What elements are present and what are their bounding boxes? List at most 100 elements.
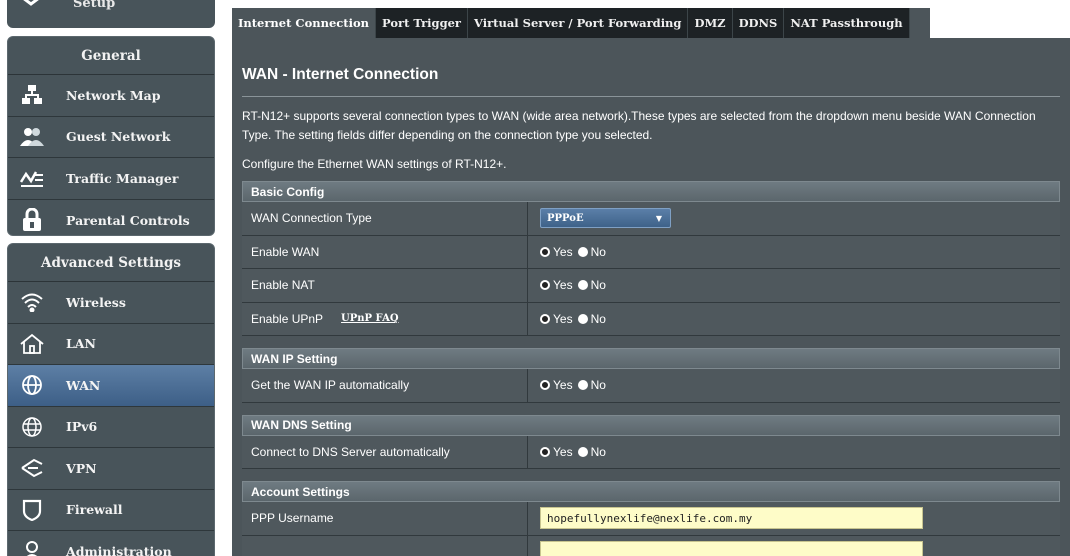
auto-ip-yes-radio[interactable]: [540, 380, 550, 391]
enable-wan-yes-radio[interactable]: [540, 246, 550, 257]
auto-ip-label: Get the WAN IP automatically: [242, 369, 528, 402]
sidebar-item-wan[interactable]: WAN: [8, 365, 214, 407]
radio-yes-label: Yes: [553, 444, 573, 459]
section-header-wan-ip: WAN IP Setting: [242, 348, 1060, 369]
tab-dmz[interactable]: DMZ: [688, 8, 733, 38]
lan-icon: [20, 332, 44, 356]
tab-port-trigger[interactable]: Port Trigger: [376, 8, 468, 38]
radio-yes-label: Yes: [553, 311, 573, 326]
sidebar-item-label: Administration: [66, 543, 172, 556]
sidebar-item-label: LAN: [66, 336, 96, 352]
tab-ddns[interactable]: DDNS: [732, 8, 785, 38]
sidebar-item-label: Guest Network: [66, 129, 171, 145]
table-row: Enable NAT Yes No: [242, 269, 1060, 303]
sidebar-item-network-map[interactable]: Network Map: [8, 75, 214, 117]
tab-virtual-server[interactable]: Virtual Server / Port Forwarding: [468, 8, 689, 38]
sidebar-item-wireless[interactable]: Wireless: [8, 282, 214, 324]
tab-nat-passthrough[interactable]: NAT Passthrough: [784, 8, 910, 38]
sidebar-item-traffic-manager[interactable]: Traffic Manager: [8, 158, 214, 200]
enable-upnp-yes-radio[interactable]: [540, 313, 550, 324]
ppp-password-cell: [242, 535, 528, 556]
settings-table: Basic Config WAN Connection Type PPPoE ▼…: [242, 181, 1060, 556]
sidebar-item-label: WAN: [66, 377, 101, 393]
radio-yes-label: Yes: [553, 378, 573, 393]
section-header-account: Account Settings: [242, 481, 1060, 502]
sidebar-item-lan[interactable]: LAN: [8, 324, 214, 365]
sidebar-item-label: IPv6: [66, 419, 98, 435]
enable-upnp-no-radio[interactable]: [577, 313, 588, 324]
sidebar-item-setup[interactable]: Setup: [7, 0, 215, 28]
administration-icon: [20, 539, 44, 556]
auto-dns-label: Connect to DNS Server automatically: [242, 435, 528, 468]
enable-nat-label: Enable NAT: [242, 269, 528, 302]
table-row: Connect to DNS Server automatically Yes …: [242, 435, 1060, 469]
general-menu: General Network Map Guest Network Traffi…: [7, 36, 215, 236]
table-row: WAN Connection Type PPPoE ▼: [242, 202, 1060, 236]
auto-dns-no-radio[interactable]: [577, 446, 588, 457]
traffic-manager-icon: [20, 166, 44, 190]
sidebar-item-firewall[interactable]: Firewall: [8, 490, 214, 531]
tab-internet-connection[interactable]: Internet Connection: [232, 8, 376, 38]
sidebar: Setup General Network Map Guest Network …: [0, 0, 222, 556]
section-header-wan-dns: WAN DNS Setting: [242, 414, 1060, 436]
page-title: WAN - Internet Connection: [242, 66, 439, 83]
radio-no-label: No: [590, 278, 606, 293]
radio-no-label: No: [590, 311, 606, 326]
sidebar-item-vpn[interactable]: VPN: [8, 448, 214, 490]
sidebar-item-label: Firewall: [66, 502, 123, 518]
table-row: PPP Username hopefullynexlife@nexlife.co…: [242, 502, 1060, 536]
enable-upnp-label: Enable UPnP: [251, 311, 324, 326]
general-header: General: [8, 37, 214, 75]
table-row: Get the WAN IP automatically Yes No: [242, 369, 1060, 403]
table-row: [242, 535, 1060, 556]
dropdown-arrow-icon: ▼: [655, 213, 662, 224]
advanced-menu: Advanced Settings Wireless LAN WAN IPv6: [7, 243, 215, 556]
tab-bar-filler: [930, 8, 1070, 38]
radio-no-label: No: [590, 444, 606, 459]
radio-no-label: No: [590, 378, 606, 393]
guest-network-icon: [20, 125, 44, 149]
enable-wan-label: Enable WAN: [242, 235, 528, 268]
table-row: Enable UPnP UPnP FAQ Yes No: [242, 302, 1060, 336]
ipv6-icon: [20, 415, 44, 439]
table-row: Enable WAN Yes No: [242, 235, 1060, 269]
sidebar-item-guest-network[interactable]: Guest Network: [8, 117, 214, 158]
parental-controls-icon: [20, 208, 44, 232]
network-map-icon: [20, 83, 44, 107]
auto-dns-yes-radio[interactable]: [540, 446, 550, 457]
select-value: PPPoE: [547, 212, 584, 224]
radio-yes-label: Yes: [553, 244, 573, 259]
vpn-icon: [20, 456, 44, 480]
upnp-faq-link[interactable]: UPnP FAQ: [341, 313, 399, 324]
ppp-username-input[interactable]: hopefullynexlife@nexlife.com.my: [540, 507, 923, 530]
enable-upnp-cell: Enable UPnP UPnP FAQ: [242, 302, 528, 335]
setup-icon: [21, 0, 41, 8]
tab-bar: Internet Connection Port Trigger Virtual…: [232, 8, 910, 38]
wan-globe-icon: [20, 373, 44, 397]
auto-ip-no-radio[interactable]: [577, 380, 588, 391]
sidebar-item-parental-controls[interactable]: Parental Controls: [8, 200, 214, 236]
main-panel: Internet Connection Port Trigger Virtual…: [232, 8, 1070, 556]
wan-connection-type-label: WAN Connection Type: [242, 202, 528, 235]
section-header-basic-config: Basic Config: [242, 181, 1060, 202]
ppp-username-label: PPP Username: [242, 502, 528, 535]
firewall-icon: [20, 498, 44, 522]
title-divider: [242, 96, 1060, 97]
radio-yes-label: Yes: [553, 278, 573, 293]
sidebar-item-label: Parental Controls: [66, 212, 190, 228]
wan-connection-type-select[interactable]: PPPoE ▼: [540, 208, 671, 229]
wireless-icon: [20, 290, 44, 314]
enable-nat-yes-radio[interactable]: [540, 280, 550, 291]
sidebar-item-ipv6[interactable]: IPv6: [8, 407, 214, 448]
sidebar-item-label: Network Map: [66, 87, 161, 103]
enable-wan-no-radio[interactable]: [577, 246, 588, 257]
page-description: RT-N12+ supports several connection type…: [242, 109, 1036, 142]
enable-nat-no-radio[interactable]: [577, 280, 588, 291]
sidebar-item-label: Setup: [73, 0, 116, 11]
sidebar-item-label: Wireless: [66, 294, 126, 310]
advanced-header: Advanced Settings: [8, 244, 214, 282]
ethernet-note: Configure the Ethernet WAN settings of R…: [242, 157, 507, 171]
sidebar-item-administration[interactable]: Administration: [8, 531, 214, 556]
ppp-password-input[interactable]: [540, 540, 923, 556]
radio-no-label: No: [590, 244, 606, 259]
